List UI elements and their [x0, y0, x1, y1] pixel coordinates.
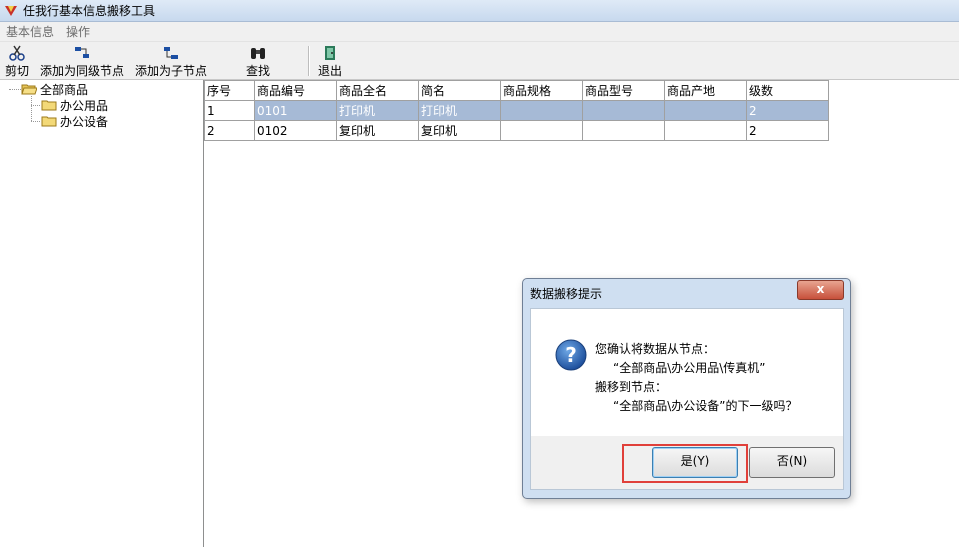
- find-label: 查找: [245, 64, 270, 78]
- table-cell[interactable]: [500, 120, 583, 141]
- scissors-icon: [9, 45, 25, 61]
- app-icon: [5, 5, 17, 16]
- column-header[interactable]: 商品产地: [664, 80, 747, 101]
- cut-button[interactable]: 剪切: [2, 44, 32, 78]
- exit-door-icon: [325, 46, 335, 60]
- tree-line: [9, 89, 21, 90]
- table-cell[interactable]: 打印机: [418, 100, 501, 121]
- column-header[interactable]: 序号: [204, 80, 255, 101]
- dialog-title: 数据搬移提示: [530, 287, 603, 301]
- no-button[interactable]: 否(N): [749, 447, 835, 478]
- dialog-message: 您确认将数据从节点： “全部商品\办公用品\传真机” 搬移到节点： “全部商品\…: [595, 340, 797, 416]
- folder-icon: [41, 100, 57, 111]
- folder-open-icon: [21, 84, 37, 95]
- menu-basic-info[interactable]: 基本信息: [0, 23, 60, 40]
- table-cell[interactable]: 2: [746, 100, 829, 121]
- column-header[interactable]: 商品编号: [254, 80, 337, 101]
- cut-label: 剪切: [4, 64, 29, 78]
- title-bar: 任我行基本信息搬移工具: [0, 0, 959, 22]
- toolbar-separator: [308, 46, 310, 76]
- folder-icon: [41, 116, 57, 127]
- add-sibling-icon: [75, 47, 89, 58]
- category-tree: 全部商品 办公用品 办公设备: [0, 80, 204, 547]
- table-header-row: 序号 商品编号 商品全名 简名 商品规格 商品型号 商品产地 级数: [204, 80, 829, 101]
- column-header[interactable]: 级数: [746, 80, 829, 101]
- tree-node-label: 办公设备: [60, 114, 109, 129]
- table-cell[interactable]: 复印机: [418, 120, 501, 141]
- highlight-box: [622, 444, 748, 483]
- table-cell[interactable]: [500, 100, 583, 121]
- column-header[interactable]: 简名: [418, 80, 501, 101]
- column-header[interactable]: 商品型号: [582, 80, 665, 101]
- tree-node-office-supplies[interactable]: 办公用品: [41, 97, 108, 113]
- tree-node-root[interactable]: 全部商品: [21, 81, 88, 97]
- tree-node-office-equipment[interactable]: 办公设备: [41, 113, 108, 129]
- tree-line: [31, 121, 40, 122]
- add-child-icon: [164, 47, 178, 59]
- tree-line: [31, 96, 32, 121]
- column-header[interactable]: 商品规格: [500, 80, 583, 101]
- toolbar: 剪切 添加为同级节点 添加为子节点 查找 退出: [0, 42, 959, 80]
- column-header[interactable]: 商品全名: [336, 80, 419, 101]
- goods-table: 序号 商品编号 商品全名 简名 商品规格 商品型号 商品产地 级数 1 0101…: [204, 80, 829, 141]
- table-row[interactable]: 1 0101 打印机 打印机 2: [204, 100, 829, 121]
- window-title: 任我行基本信息搬移工具: [23, 4, 156, 18]
- table-cell[interactable]: [582, 100, 665, 121]
- question-icon: ?: [555, 339, 587, 371]
- tree-line: [31, 105, 40, 106]
- table-cell[interactable]: 0101: [254, 100, 337, 121]
- table-cell[interactable]: 2: [204, 120, 255, 141]
- exit-button[interactable]: 退出: [315, 44, 345, 78]
- table-row[interactable]: 2 0102 复印机 复印机 2: [204, 120, 829, 141]
- dialog-body: ? 您确认将数据从节点： “全部商品\办公用品\传真机” 搬移到节点： “全部商…: [530, 308, 844, 437]
- menu-operation[interactable]: 操作: [60, 23, 96, 40]
- message-line: “全部商品\办公设备”的下一级吗？: [613, 399, 798, 413]
- table-cell[interactable]: 1: [204, 100, 255, 121]
- table-cell[interactable]: 2: [746, 120, 829, 141]
- table-cell[interactable]: 0102: [254, 120, 337, 141]
- find-button[interactable]: 查找: [243, 44, 273, 78]
- add-child-label: 添加为子节点: [134, 64, 207, 78]
- message-line: “全部商品\办公用品\传真机”: [613, 361, 766, 375]
- binoculars-icon: [251, 48, 265, 59]
- table-cell[interactable]: 打印机: [336, 100, 419, 121]
- menu-bar: 基本信息 操作: [0, 22, 959, 42]
- add-child-button[interactable]: 添加为子节点: [133, 44, 209, 78]
- tree-node-label: 全部商品: [40, 82, 89, 97]
- message-line: 搬移到节点：: [595, 380, 668, 394]
- message-line: 您确认将数据从节点：: [595, 342, 716, 356]
- table-cell[interactable]: 复印机: [336, 120, 419, 141]
- svg-text:?: ?: [565, 343, 577, 367]
- exit-label: 退出: [317, 64, 342, 78]
- tree-node-label: 办公用品: [60, 98, 109, 113]
- dialog-close-button[interactable]: x: [797, 280, 844, 300]
- table-cell[interactable]: [582, 120, 665, 141]
- add-sibling-button[interactable]: 添加为同级节点: [38, 44, 126, 78]
- table-cell[interactable]: [664, 100, 747, 121]
- add-sibling-label: 添加为同级节点: [39, 64, 124, 78]
- table-cell[interactable]: [664, 120, 747, 141]
